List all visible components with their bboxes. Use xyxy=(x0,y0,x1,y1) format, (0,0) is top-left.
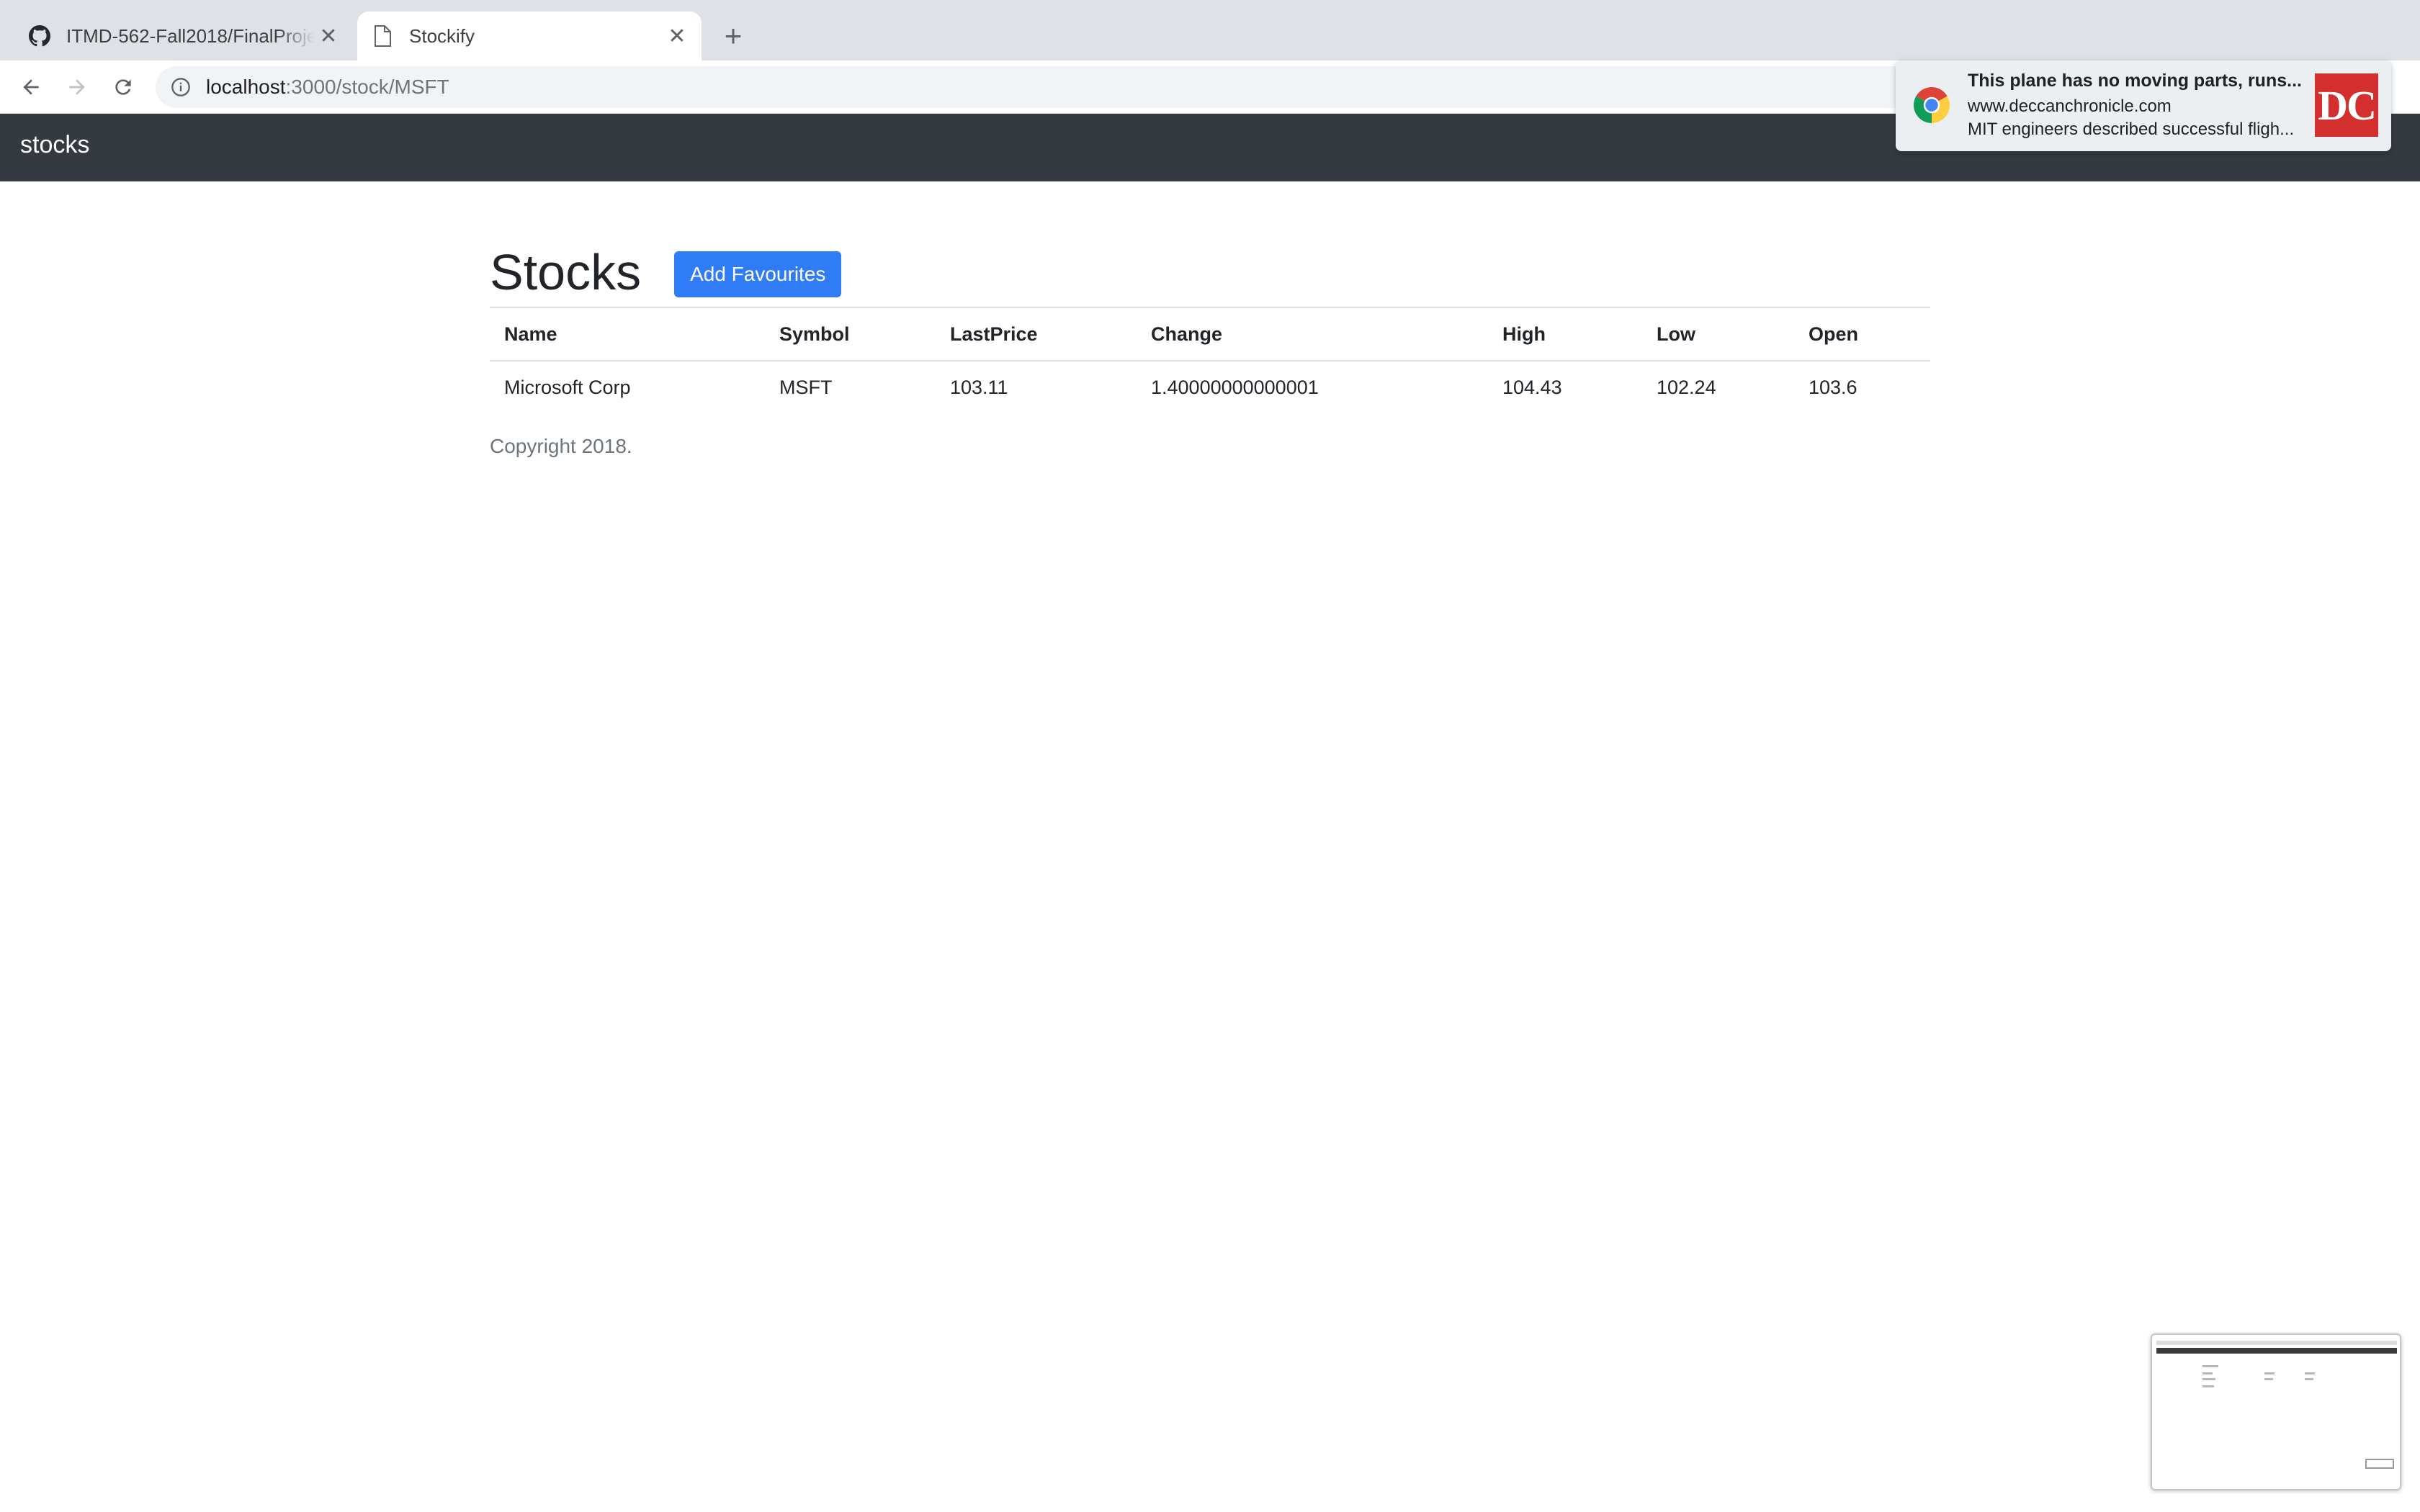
notification-title: This plane has no moving parts, runs... xyxy=(1968,71,2302,91)
heading-row: Stocks Add Favourites xyxy=(490,242,842,302)
forward-arrow-icon xyxy=(69,79,85,95)
column-header-high: High xyxy=(1488,307,1642,361)
cell-high: 104.43 xyxy=(1502,377,1562,398)
close-tab-icon[interactable]: ✕ xyxy=(314,22,343,50)
new-tab-button[interactable]: + xyxy=(716,19,750,53)
tab-github-project[interactable]: ITMD-562-Fall2018/FinalProject ✕ xyxy=(14,12,353,60)
navbar-brand[interactable]: stocks xyxy=(20,131,89,159)
column-header-open: Open xyxy=(1794,307,1930,361)
notification-source: www.deccanchronicle.com xyxy=(1968,96,2172,116)
cell-lastprice: 103.11 xyxy=(950,377,1008,398)
reload-icon xyxy=(115,79,131,95)
stocks-table: Name Symbol LastPrice Change High Low Op… xyxy=(490,307,1930,414)
forward-button[interactable] xyxy=(60,71,94,104)
close-tab-icon[interactable]: ✕ xyxy=(663,22,691,50)
thumbnail-corner xyxy=(2365,1459,2394,1469)
thumbnail-navbar xyxy=(2156,1348,2397,1354)
thumbnail-line xyxy=(2202,1378,2215,1380)
copyright-footer: Copyright 2018. xyxy=(490,435,632,457)
tab-title: ITMD-562-Fall2018/FinalProject xyxy=(66,24,314,47)
thumbnail-line xyxy=(2264,1372,2275,1374)
notification-snippet: MIT engineers described successful fligh… xyxy=(1968,120,2295,139)
browser-window: { "browser": { "tabs": [ {"title": "ITMD… xyxy=(0,0,2420,1512)
reload-button[interactable] xyxy=(107,71,140,104)
url-host: localhost xyxy=(206,76,286,98)
chrome-logo-icon xyxy=(1914,87,1950,123)
thumbnail-line xyxy=(2202,1372,2213,1374)
thumbnail-line xyxy=(2305,1372,2315,1374)
thumbnail-tabbar xyxy=(2156,1341,2397,1345)
thumbnail-line xyxy=(2264,1378,2273,1380)
column-header-lastprice: LastPrice xyxy=(936,307,1137,361)
table-row: Microsoft Corp MSFT 103.11 1.40000000000… xyxy=(490,361,1930,414)
chrome-notification[interactable]: This plane has no moving parts, runs... … xyxy=(1896,60,2391,151)
column-header-symbol: Symbol xyxy=(765,307,936,361)
site-info-icon[interactable] xyxy=(170,76,192,98)
cell-change: 1.40000000000001 xyxy=(1151,377,1319,398)
column-header-name: Name xyxy=(490,307,765,361)
github-icon xyxy=(27,24,52,48)
table-header-row: Name Symbol LastPrice Change High Low Op… xyxy=(490,307,1930,361)
cell-open: 103.6 xyxy=(1809,377,1857,398)
thumbnail-line xyxy=(2305,1378,2313,1380)
back-arrow-icon xyxy=(23,79,39,95)
cell-name: Microsoft Corp xyxy=(504,377,631,398)
document-icon xyxy=(370,24,395,48)
add-favourites-button[interactable]: Add Favourites xyxy=(674,251,842,297)
cell-low: 102.24 xyxy=(1657,377,1716,398)
deccan-chronicle-logo: DC xyxy=(2315,73,2378,137)
tab-title: Stockify xyxy=(409,24,475,47)
url-path: :3000/stock/MSFT xyxy=(285,76,449,98)
url-text: localhost:3000/stock/MSFT xyxy=(206,76,449,99)
back-button[interactable] xyxy=(14,71,48,104)
thumbnail-line xyxy=(2202,1365,2218,1367)
tab-strip: ITMD-562-Fall2018/FinalProject ✕ Stockif… xyxy=(0,0,2420,60)
column-header-low: Low xyxy=(1642,307,1794,361)
screenshot-thumbnail[interactable] xyxy=(2151,1333,2401,1490)
cell-symbol: MSFT xyxy=(779,377,833,398)
page-title: Stocks xyxy=(490,244,642,300)
thumbnail-line xyxy=(2202,1385,2214,1387)
column-header-change: Change xyxy=(1137,307,1488,361)
tab-stockify[interactable]: Stockify ✕ xyxy=(357,12,702,60)
